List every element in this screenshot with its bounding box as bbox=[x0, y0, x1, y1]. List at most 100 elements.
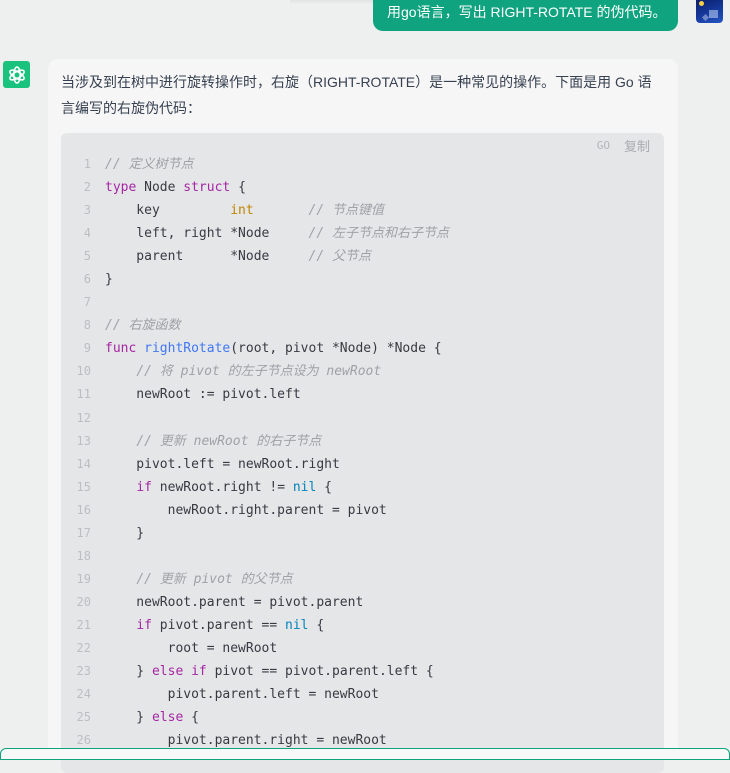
line-number: 7 bbox=[83, 295, 91, 310]
code-text: // 定义树节点 bbox=[105, 153, 193, 176]
code-token: } bbox=[105, 525, 145, 541]
city-icon bbox=[709, 10, 718, 18]
line-number: 10 bbox=[76, 364, 91, 379]
code-line: 24 pivot.parent.left = newRoot bbox=[61, 683, 449, 706]
code-line: 1 // 定义树节点 bbox=[61, 153, 449, 176]
code-text: } bbox=[105, 268, 113, 291]
line-number: 22 bbox=[76, 640, 91, 655]
code-line: 15 if newRoot.right != nil { bbox=[61, 476, 449, 499]
code-line: 21 if pivot.parent == nil { bbox=[61, 614, 449, 637]
previous-element-shadow bbox=[290, 0, 380, 4]
line-number: 3 bbox=[83, 203, 91, 218]
code-text: key int // 节点键值 bbox=[105, 199, 384, 222]
code-line: 11 newRoot := pivot.left bbox=[61, 383, 449, 406]
line-number: 2 bbox=[83, 180, 91, 195]
code-line: 17 } bbox=[61, 522, 449, 545]
code-token: { bbox=[183, 710, 199, 726]
code-line: 6} bbox=[61, 268, 449, 291]
code-token: if bbox=[136, 617, 152, 633]
line-number: 13 bbox=[76, 433, 91, 448]
code-line: 19 // 更新 pivot 的父节点 bbox=[61, 568, 449, 591]
user-message-bubble: 用go语言，写出 RIGHT-ROTATE 的伪代码。 bbox=[373, 0, 678, 31]
code-token: nil bbox=[292, 479, 317, 495]
user-avatar[interactable] bbox=[696, 0, 723, 23]
code-text: } else { bbox=[105, 706, 199, 729]
message-input-box[interactable] bbox=[0, 748, 730, 760]
code-token: root = newRoot bbox=[105, 640, 278, 656]
line-number: 4 bbox=[83, 226, 91, 241]
line-number: 1 bbox=[83, 157, 91, 171]
code-token: Node bbox=[136, 180, 184, 196]
code-line: 18 bbox=[61, 545, 449, 568]
code-text: if newRoot.right != nil { bbox=[105, 476, 332, 499]
line-number: 16 bbox=[76, 502, 91, 517]
code-token: nil bbox=[285, 617, 309, 633]
code-token: pivot.parent == bbox=[151, 617, 286, 633]
code-token: newRoot.right != bbox=[151, 479, 293, 495]
copy-code-button[interactable]: 复制 bbox=[624, 136, 650, 155]
code-line: 14 pivot.left = newRoot.right bbox=[61, 453, 449, 476]
code-token: // 节点键值 bbox=[308, 203, 384, 219]
code-line: 5 parent *Node // 父节点 bbox=[61, 245, 449, 268]
code-text: // 右旋函数 bbox=[105, 314, 180, 337]
assistant-intro-text: 当涉及到在树中进行旋转操作时，右旋（RIGHT-ROTATE）是一种常见的操作。… bbox=[61, 74, 652, 116]
code-text: // 更新 pivot 的父节点 bbox=[105, 568, 292, 591]
code-text: pivot.parent.left = newRoot bbox=[105, 683, 379, 706]
line-number: 9 bbox=[83, 341, 91, 356]
line-number: 15 bbox=[76, 479, 91, 494]
code-token: func bbox=[105, 341, 137, 357]
code-token: newRoot := pivot.left bbox=[105, 387, 301, 403]
line-number: 8 bbox=[83, 318, 91, 333]
line-number: 17 bbox=[76, 525, 91, 540]
code-text: parent *Node // 父节点 bbox=[105, 245, 371, 268]
code-text: // 更新 newRoot 的右子节点 bbox=[105, 430, 321, 453]
code-token: } bbox=[105, 664, 152, 680]
code-text: left, right *Node // 左子节点和右子节点 bbox=[105, 222, 449, 245]
line-number: 11 bbox=[76, 387, 91, 402]
code-token: struct bbox=[183, 180, 231, 196]
code-token: { bbox=[308, 617, 325, 633]
code-text: root = newRoot bbox=[105, 637, 278, 660]
code-token: // 定义树节点 bbox=[105, 157, 194, 172]
code-line: 23 } else if pivot == pivot.parent.left … bbox=[61, 660, 449, 683]
code-line: 8 // 右旋函数 bbox=[61, 314, 449, 337]
code-token: int bbox=[230, 203, 254, 219]
code-token: // 右旋函数 bbox=[105, 318, 181, 334]
code-line: 13 // 更新 newRoot 的右子节点 bbox=[61, 430, 449, 453]
code-token: // 将 pivot 的左子节点设为 newRoot bbox=[136, 364, 382, 380]
code-line: 22 root = newRoot bbox=[61, 637, 449, 660]
code-text: if pivot.parent == nil { bbox=[105, 614, 324, 637]
line-number: 5 bbox=[83, 249, 91, 264]
code-line: 7 bbox=[61, 291, 449, 314]
code-token: else bbox=[151, 710, 184, 726]
line-number: 6 bbox=[83, 272, 91, 287]
line-number: 23 bbox=[76, 664, 91, 679]
code-token: // 更新 newRoot 的右子节点 bbox=[136, 433, 322, 449]
code-line: 12 bbox=[61, 407, 449, 430]
code-token: key bbox=[105, 203, 231, 219]
code-text: newRoot.right.parent = pivot bbox=[105, 499, 387, 522]
code-token: if bbox=[136, 479, 152, 495]
code-text: // 将 pivot 的左子节点设为 newRoot bbox=[105, 360, 381, 383]
code-text: } else if pivot == pivot.parent.left { bbox=[105, 660, 434, 683]
code-text: newRoot := pivot.left bbox=[105, 383, 301, 406]
code-token: newRoot.right.parent = pivot bbox=[105, 502, 387, 518]
code-token: rightRotate bbox=[144, 341, 231, 357]
code-language-label: GO bbox=[596, 138, 610, 152]
code-text: newRoot.parent = pivot.parent bbox=[105, 591, 363, 614]
line-number: 18 bbox=[76, 548, 91, 563]
code-token: else if bbox=[151, 664, 207, 680]
code-token: (root, pivot *Node) *Node { bbox=[230, 341, 442, 357]
code-token: parent *Node bbox=[105, 249, 309, 265]
line-number: 24 bbox=[76, 687, 91, 702]
code-text: pivot.left = newRoot.right bbox=[105, 453, 340, 476]
code-token: pivot == pivot.parent.left { bbox=[206, 664, 434, 680]
code-token: } bbox=[105, 272, 113, 288]
code-lines: 1// 定义树节点 2 type Node struct {3 key int //… bbox=[61, 153, 449, 752]
